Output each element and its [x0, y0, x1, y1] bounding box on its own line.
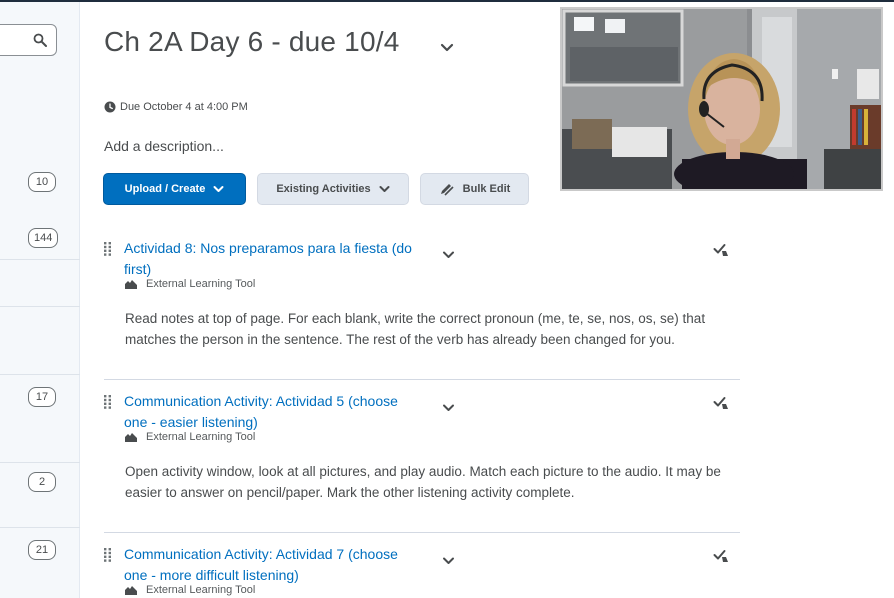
divider	[0, 374, 80, 375]
bulk-edit-button[interactable]: Bulk Edit	[420, 173, 529, 205]
chevron-down-icon[interactable]	[442, 403, 455, 413]
sidebar: 10 144 17 2 21	[0, 2, 80, 598]
divider	[104, 379, 740, 380]
completion-check-icon[interactable]	[713, 242, 729, 258]
external-tool-icon	[125, 586, 137, 595]
upload-create-button[interactable]: Upload / Create	[103, 173, 246, 205]
chevron-down-icon[interactable]	[442, 556, 455, 566]
activity-description: Read notes at top of page. For each blan…	[125, 311, 706, 347]
divider	[0, 306, 80, 307]
chevron-down-icon[interactable]	[442, 250, 455, 260]
module-count-badge: 21	[28, 540, 56, 560]
module-count-badge: 144	[28, 228, 59, 248]
search-icon[interactable]	[33, 33, 47, 47]
activity-title-link[interactable]: Communication Activity: Actividad 7 (cho…	[124, 544, 424, 586]
external-tool-icon	[125, 433, 137, 442]
existing-activities-label: Existing Activities	[276, 183, 371, 195]
divider	[0, 462, 80, 463]
pencil-icon	[440, 184, 454, 196]
clock-icon	[104, 101, 116, 113]
webcam-video-frame	[562, 9, 881, 189]
due-date-text: Due October 4 at 4:00 PM	[120, 101, 248, 113]
webcam-video-overlay[interactable]	[560, 7, 883, 191]
activity-type-label: External Learning Tool	[146, 278, 256, 290]
divider	[0, 527, 80, 528]
module-count-badge: 2	[28, 472, 56, 492]
due-date: Due October 4 at 4:00 PM	[104, 101, 248, 113]
drag-handle-icon[interactable]	[104, 548, 112, 562]
completion-check-icon[interactable]	[713, 548, 729, 564]
activity-title-link[interactable]: Communication Activity: Actividad 5 (cho…	[124, 391, 424, 433]
external-tool-icon	[125, 280, 137, 289]
module-count-badge: 10	[28, 172, 56, 192]
activity-description: Open activity window, look at all pictur…	[125, 464, 721, 500]
existing-activities-button[interactable]: Existing Activities	[257, 173, 409, 205]
divider	[0, 259, 80, 260]
page-title: Ch 2A Day 6 - due 10/4	[104, 26, 400, 57]
search-input[interactable]	[0, 24, 57, 56]
chevron-down-icon	[379, 186, 390, 192]
drag-handle-icon[interactable]	[104, 395, 112, 409]
module-count-badge: 17	[28, 387, 56, 407]
activity-type: External Learning Tool	[124, 584, 255, 596]
activity-type: External Learning Tool	[124, 278, 255, 290]
drag-handle-icon[interactable]	[104, 242, 112, 256]
top-border	[0, 0, 894, 2]
chevron-down-icon	[213, 186, 224, 192]
completion-check-icon[interactable]	[713, 395, 729, 411]
activity-type-label: External Learning Tool	[146, 584, 256, 596]
upload-create-label: Upload / Create	[124, 183, 206, 195]
add-description-link[interactable]: Add a description...	[104, 138, 224, 154]
activity-type: External Learning Tool	[124, 431, 255, 443]
divider	[104, 532, 740, 533]
chevron-down-icon[interactable]	[440, 42, 454, 54]
activity-title-link[interactable]: Actividad 8: Nos preparamos para la fies…	[124, 238, 424, 280]
activity-type-label: External Learning Tool	[146, 431, 256, 443]
bulk-edit-label: Bulk Edit	[462, 183, 511, 195]
